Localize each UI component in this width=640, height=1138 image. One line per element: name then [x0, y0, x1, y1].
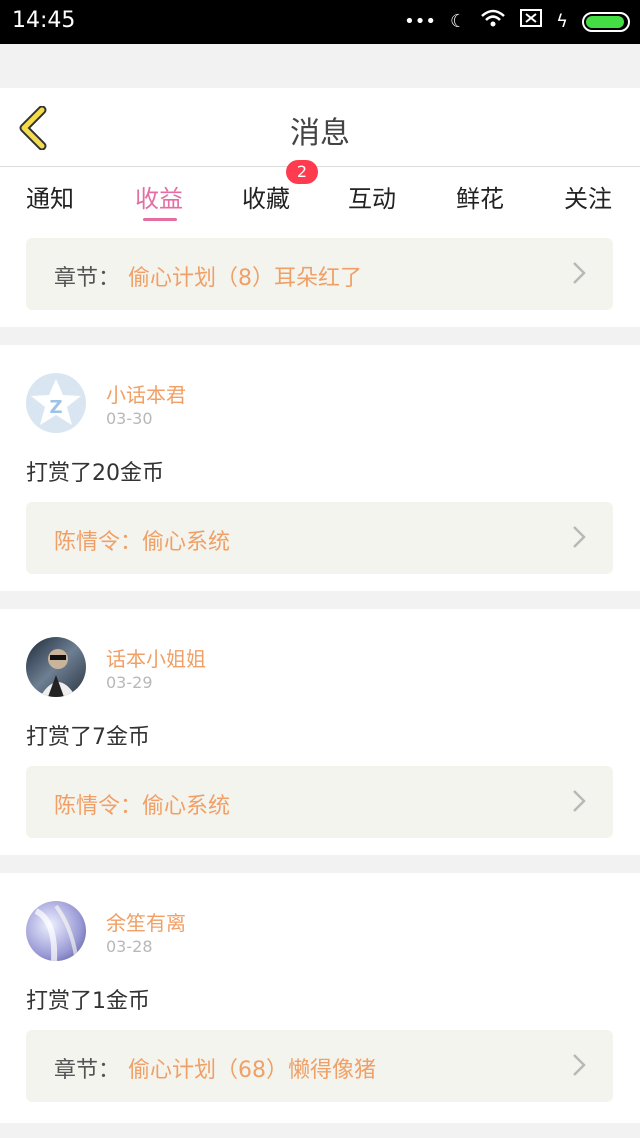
tab-flowers[interactable]: 鲜花 — [456, 179, 504, 214]
reward-text: 打赏了7金币 — [26, 725, 150, 750]
chapter-link[interactable]: 章节： 偷心计划（8）耳朵红了 — [26, 238, 613, 310]
active-tab-indicator — [143, 218, 177, 221]
link-text: 陈情令：偷心系统 — [54, 530, 231, 555]
user-photo-icon — [40, 649, 76, 697]
book-link[interactable]: 陈情令：偷心系统 — [26, 766, 613, 838]
chevron-right-icon — [573, 1054, 586, 1076]
moon-icon: ☾ — [449, 11, 467, 32]
link-prefix: 章节： — [54, 1058, 121, 1083]
sim-icon — [520, 9, 543, 35]
status-icons: ••• ☾ ϟ — [404, 8, 630, 36]
link-text: 偷心计划（68）懒得像猪 — [128, 1058, 376, 1083]
status-bar: 14:45 ••• ☾ ϟ — [0, 0, 640, 44]
link-text: 偷心计划（8）耳朵红了 — [128, 266, 362, 291]
tab-favorites[interactable]: 收藏 — [242, 179, 290, 214]
date: 03-30 — [106, 409, 153, 428]
svg-text:Z: Z — [49, 397, 62, 418]
reward-text: 打赏了20金币 — [26, 461, 164, 486]
chevron-right-icon — [573, 790, 586, 812]
qzone-star-icon: Z — [31, 379, 81, 425]
charging-icon: ϟ — [556, 11, 568, 32]
avatar[interactable]: Z — [26, 373, 86, 433]
book-link[interactable]: 陈情令：偷心系统 — [26, 502, 613, 574]
user-photo-icon — [34, 904, 78, 961]
reward-item: 余笙有离 03-28 打赏了1金币 章节： 偷心计划（68）懒得像猪 — [0, 873, 640, 1123]
avatar[interactable] — [26, 901, 86, 961]
username[interactable]: 话本小姐姐 — [106, 643, 206, 672]
date: 03-29 — [106, 673, 153, 692]
tab-earnings[interactable]: 收益 — [135, 179, 183, 214]
chevron-right-icon — [573, 526, 586, 548]
link-text: 陈情令：偷心系统 — [54, 794, 231, 819]
status-time: 14:45 — [12, 8, 76, 33]
date: 03-28 — [106, 937, 153, 956]
avatar[interactable] — [26, 637, 86, 697]
reward-item: Z 小话本君 03-30 打赏了20金币 陈情令：偷心系统 — [0, 345, 640, 591]
reward-card-top: 章节： 偷心计划（8）耳朵红了 — [0, 229, 640, 327]
wifi-icon — [480, 8, 506, 36]
reward-text: 打赏了1金币 — [26, 989, 150, 1014]
favorites-badge: 2 — [286, 160, 318, 184]
header: 消息 — [0, 88, 640, 167]
tab-interactions[interactable]: 互动 — [348, 179, 396, 214]
username[interactable]: 小话本君 — [106, 379, 186, 408]
tab-notifications[interactable]: 通知 — [26, 179, 74, 214]
reward-item: 话本小姐姐 03-29 打赏了7金币 陈情令：偷心系统 — [0, 609, 640, 855]
chapter-link[interactable]: 章节： 偷心计划（68）懒得像猪 — [26, 1030, 613, 1102]
chevron-right-icon — [573, 262, 586, 284]
dots-icon: ••• — [404, 11, 436, 32]
tab-bar: 通知 收益 收藏 互动 鲜花 关注 — [0, 167, 640, 229]
battery-icon — [582, 12, 630, 32]
username[interactable]: 余笙有离 — [106, 907, 186, 936]
page-title: 消息 — [290, 116, 350, 151]
link-prefix: 章节： — [54, 266, 121, 291]
tab-follows[interactable]: 关注 — [564, 179, 612, 214]
